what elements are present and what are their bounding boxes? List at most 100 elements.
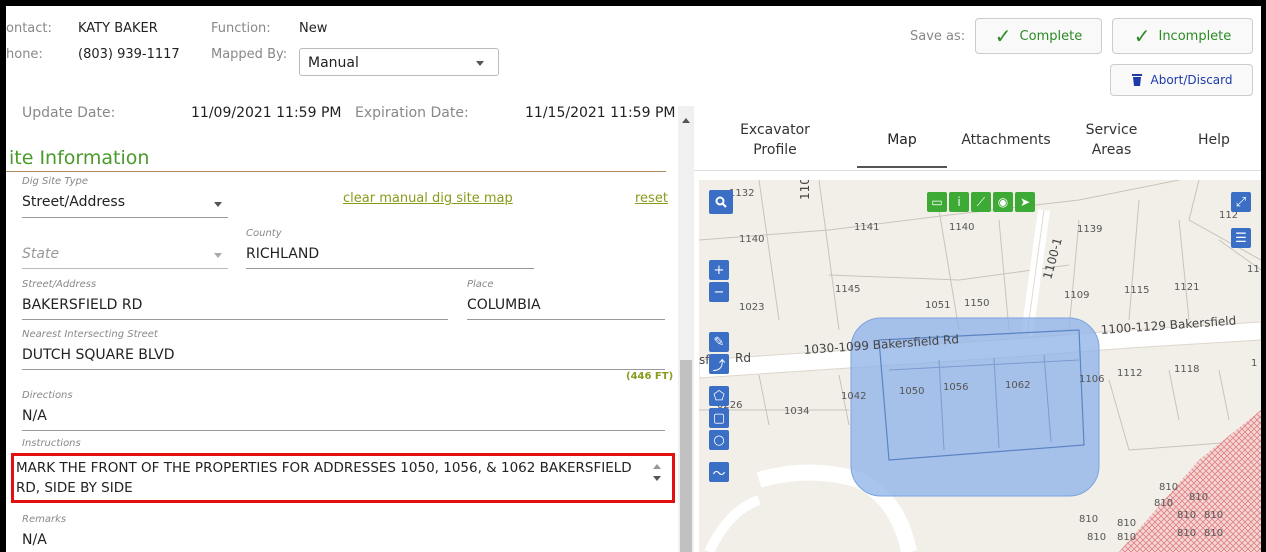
update-date-label: Update Date: — [22, 105, 116, 121]
scrollbar-thumb[interactable] — [680, 360, 692, 552]
route-icon[interactable]: ⤴ — [709, 354, 729, 374]
expiration-date-value: 11/15/2021 11:59 PM — [525, 105, 676, 121]
chevron-up-icon[interactable] — [682, 118, 690, 123]
chevron-down-icon[interactable] — [653, 476, 661, 481]
tab-service-areas[interactable]: Service Areas — [1074, 120, 1149, 160]
fullscreen-icon[interactable]: ⤢ — [1231, 192, 1251, 212]
abort-discard-button[interactable]: Abort/Discard — [1110, 64, 1253, 96]
parcel-1145: 1145 — [835, 284, 860, 295]
directions-label: Directions — [22, 390, 73, 401]
chevron-down-icon — [214, 253, 222, 258]
map-svg[interactable]: 1132 1140 1141 1140 1139 1145 1051 1150 … — [699, 180, 1261, 552]
parcel-1023: 1023 — [739, 302, 764, 313]
ticket-form-panel: Update Date: 11/09/2021 11:59 PM Expirat… — [6, 98, 694, 552]
checkmark-icon: ✓ — [994, 24, 1012, 48]
parcel-1034: 1034 — [784, 406, 809, 417]
parcel-1118: 1118 — [1174, 364, 1199, 375]
parcel-810-k: 810 — [1204, 528, 1223, 539]
contact-label: ontact: — [6, 21, 52, 36]
rectangle-icon[interactable]: ▢ — [709, 408, 729, 428]
parcel-1106: 1106 — [1079, 374, 1104, 385]
line-icon[interactable]: 〜 — [709, 462, 729, 482]
instructions-field[interactable]: MARK THE FRONT OF THE PROPERTIES FOR ADD… — [16, 458, 636, 498]
distance-badge: (446 FT) — [626, 371, 674, 382]
save-as-label: Save as: — [910, 29, 966, 44]
function-label: Function: — [211, 21, 271, 36]
phone-label: hone: — [6, 47, 43, 62]
chevron-down-icon — [476, 61, 484, 66]
form-scrollbar[interactable] — [678, 106, 694, 552]
mapped-by-label: Mapped By: — [211, 47, 288, 62]
comment-icon[interactable]: ▭ — [927, 192, 947, 212]
tab-attachments[interactable]: Attachments — [956, 130, 1056, 150]
map-panel: Excavator Profile Map Attachments Servic… — [694, 106, 1261, 552]
parcel-810-j: 810 — [1177, 528, 1196, 539]
parcel-810-e: 810 — [1117, 518, 1136, 529]
ruler-icon[interactable]: ⟋ — [971, 192, 991, 212]
complete-button[interactable]: ✓ Complete — [975, 18, 1102, 54]
active-tab-indicator — [857, 166, 947, 168]
state-select[interactable]: State — [22, 246, 59, 262]
zoom-out-icon[interactable]: − — [709, 282, 729, 302]
dig-site-type-select[interactable]: Street/Address — [22, 194, 125, 210]
locate-icon[interactable]: ➤ — [1015, 192, 1035, 212]
parcel-1140b: 1140 — [949, 222, 974, 233]
clear-manual-map-link[interactable]: clear manual dig site map — [343, 191, 513, 206]
parcel-810-b: 810 — [1154, 498, 1173, 509]
parcel-810-f: 810 — [1177, 510, 1196, 521]
app-window: ontact: KATY BAKER hone: (803) 939-1117 … — [6, 6, 1261, 552]
tab-excavator-profile[interactable]: Excavator Profile — [730, 120, 820, 160]
place-field[interactable]: COLUMBIA — [467, 297, 541, 313]
remarks-field[interactable]: N/A — [22, 532, 47, 548]
incomplete-button[interactable]: ✓ Incomplete — [1112, 18, 1253, 54]
abort-label: Abort/Discard — [1150, 73, 1233, 87]
edit-icon[interactable]: ✎ — [709, 332, 729, 352]
dig-site-type-label: Dig Site Type — [22, 176, 89, 187]
reset-link[interactable]: reset — [635, 191, 668, 206]
site-information-heading: ite Information — [9, 147, 150, 169]
county-label: County — [246, 228, 282, 239]
instructions-label: Instructions — [22, 438, 81, 449]
update-date-value: 11/09/2021 11:59 PM — [191, 105, 342, 121]
parcel-1121: 1121 — [1174, 282, 1199, 293]
remarks-label: Remarks — [22, 514, 67, 525]
info-icon[interactable]: i — [949, 192, 969, 212]
parcel-1141: 1141 — [854, 222, 879, 233]
parcel-1056: 1056 — [943, 382, 968, 393]
tab-help[interactable]: Help — [1184, 130, 1244, 150]
field-underline — [22, 217, 228, 218]
trash-icon — [1131, 74, 1142, 86]
street-address-field[interactable]: BAKERSFIELD RD — [22, 297, 142, 313]
parcel-1100: 1100 — [798, 180, 812, 200]
complete-label: Complete — [1019, 28, 1083, 44]
parcel-1109: 1109 — [1064, 290, 1089, 301]
nearest-street-label: Nearest Intersecting Street — [22, 329, 158, 340]
field-underline — [22, 268, 228, 269]
search-icon[interactable] — [709, 190, 733, 214]
parcel-1051: 1051 — [925, 300, 950, 311]
map-canvas[interactable]: 1132 1140 1141 1140 1139 1145 1051 1150 … — [699, 180, 1261, 552]
field-underline — [467, 319, 665, 320]
parcel-1139: 1139 — [1077, 224, 1102, 235]
parcel-11: 11 — [1247, 264, 1260, 275]
polygon-icon[interactable]: ⬠ — [709, 386, 729, 406]
tab-map[interactable]: Map — [857, 130, 947, 150]
checkmark-icon: ✓ — [1133, 24, 1151, 48]
circle-icon[interactable]: ○ — [709, 430, 729, 450]
parcel-810-i: 810 — [1117, 532, 1136, 543]
directions-field[interactable]: N/A — [22, 408, 47, 424]
tab-divider — [694, 170, 1261, 171]
zoom-in-icon[interactable]: + — [709, 260, 729, 280]
mapped-by-select[interactable]: Manual — [299, 48, 499, 76]
parcel-810-a: 810 — [1159, 482, 1178, 493]
field-underline — [246, 268, 534, 269]
chevron-up-icon[interactable] — [653, 464, 661, 469]
function-value: New — [299, 21, 328, 36]
phone-value: (803) 939-1117 — [78, 47, 180, 62]
parcel-1115: 1115 — [1124, 285, 1149, 296]
parcel-810-h: 810 — [1087, 532, 1106, 543]
nearest-street-field[interactable]: DUTCH SQUARE BLVD — [22, 347, 175, 363]
list-icon[interactable]: ☰ — [1231, 228, 1251, 248]
pin-icon[interactable]: ◉ — [993, 192, 1013, 212]
field-underline — [22, 369, 665, 370]
